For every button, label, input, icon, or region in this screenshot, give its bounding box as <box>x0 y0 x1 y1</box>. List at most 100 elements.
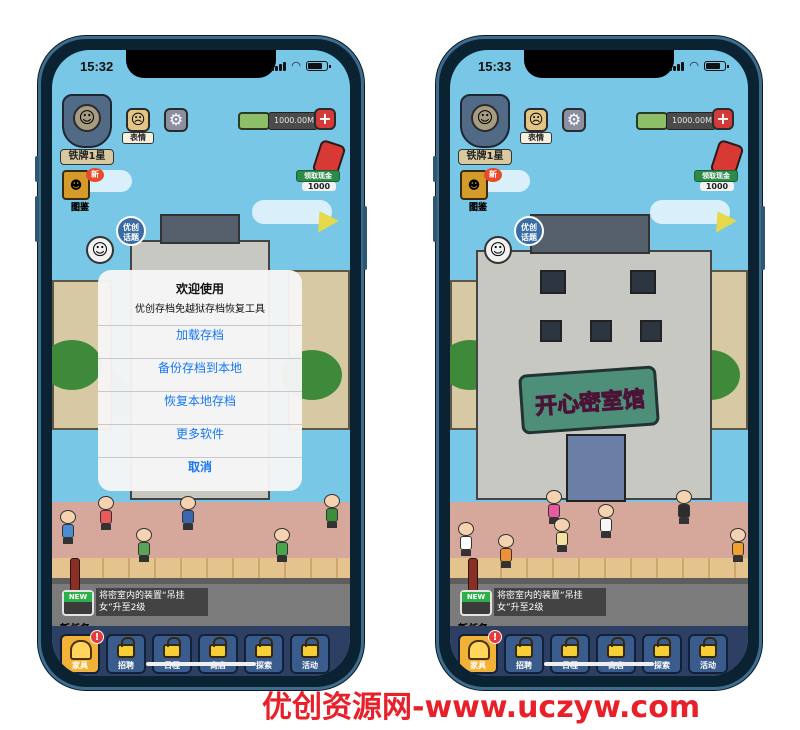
lock-icon <box>301 637 319 658</box>
boarded-window <box>630 270 656 294</box>
visitor-character[interactable] <box>498 534 514 568</box>
helmet-icon <box>70 640 92 660</box>
sidewalk <box>450 558 748 578</box>
ad-reward-value: 1000 <box>302 182 336 191</box>
tab-furniture[interactable]: ! 家具 <box>458 630 502 674</box>
visitor-character[interactable] <box>136 528 152 562</box>
lock-icon <box>653 637 671 658</box>
entrance-door[interactable] <box>566 434 626 502</box>
tab-locked[interactable]: 探索 <box>244 634 284 674</box>
money-icon <box>238 112 270 130</box>
lock-icon <box>515 637 533 658</box>
money-display: 1000.00M <box>666 112 716 130</box>
mute-switch <box>35 156 39 182</box>
status-bar: 15:33 ◠ <box>450 58 748 78</box>
lock-icon <box>163 637 181 658</box>
watermark: 优创资源网-www.uczyw.com <box>262 690 701 725</box>
cancel-button[interactable]: 取消 <box>98 458 302 491</box>
building-roof <box>160 214 240 244</box>
visitor-character[interactable] <box>730 528 746 562</box>
battery-icon <box>306 61 331 71</box>
plus-icon: + <box>318 109 332 128</box>
home-indicator[interactable] <box>146 662 256 666</box>
tab-locked[interactable]: 商店 <box>198 634 238 674</box>
more-software-button[interactable]: 更多软件 <box>98 425 302 458</box>
visitor-character[interactable] <box>554 518 570 552</box>
volume-up-button <box>35 196 39 242</box>
status-time: 15:32 <box>80 59 114 74</box>
emoji-label: 表情 <box>520 132 552 144</box>
status-time: 15:33 <box>478 59 512 74</box>
visitor-character[interactable] <box>324 494 340 528</box>
settings-button[interactable]: ⚙ <box>562 108 586 132</box>
tab-locked[interactable]: 招聘 <box>504 634 544 674</box>
wifi-icon: ◠ <box>291 59 301 72</box>
money-display: 1000.00M <box>268 112 318 130</box>
tab-locked[interactable]: 活动 <box>688 634 728 674</box>
add-money-button[interactable]: + <box>712 108 734 130</box>
avatar[interactable]: ☺ <box>471 104 499 132</box>
emoji-button[interactable]: ☹ <box>524 108 548 132</box>
new-task-icon[interactable]: NEW <box>460 590 492 616</box>
avatar[interactable]: ☺ <box>73 104 101 132</box>
visitor-character[interactable] <box>180 496 196 530</box>
tour-button[interactable]: 优创 话题 <box>116 216 146 246</box>
new-task-badge: NEW <box>64 592 92 602</box>
tab-locked[interactable]: 日程 <box>550 634 590 674</box>
tab-label: 家具 <box>72 661 88 670</box>
tab-locked[interactable]: 招聘 <box>106 634 146 674</box>
curb <box>52 578 350 584</box>
add-money-button[interactable]: + <box>314 108 336 130</box>
visitor-character[interactable] <box>598 504 614 538</box>
emoji-button[interactable]: ☹ <box>126 108 150 132</box>
task-description[interactable]: 将密室内的装置“吊挂女”升至2级 <box>494 588 606 616</box>
status-bar: 15:32 ◠ <box>52 58 350 78</box>
window <box>540 320 562 342</box>
ad-reward-label[interactable]: 领取现金 <box>296 170 340 182</box>
tour-button[interactable]: 优创 话题 <box>514 216 544 246</box>
tab-locked[interactable]: 活动 <box>290 634 330 674</box>
visitor-character[interactable] <box>98 496 114 530</box>
plus-icon: + <box>716 109 730 128</box>
settings-button[interactable]: ⚙ <box>164 108 188 132</box>
lock-icon <box>561 637 579 658</box>
window <box>640 320 662 342</box>
new-task-badge: NEW <box>462 592 490 602</box>
visitor-character[interactable] <box>274 528 290 562</box>
ad-reward-label[interactable]: 领取现金 <box>694 170 738 182</box>
welcome-dialog: 欢迎使用 优创存档免越狱存档恢复工具 加载存档 备份存档到本地 恢复本地存档 更… <box>98 270 302 491</box>
visitor-character[interactable] <box>458 522 474 556</box>
backup-save-button[interactable]: 备份存档到本地 <box>98 359 302 392</box>
visitor-character[interactable] <box>60 510 76 544</box>
load-save-button[interactable]: 加载存档 <box>98 326 302 359</box>
rank-label: 铁牌1星 <box>60 149 114 165</box>
money-icon <box>636 112 668 130</box>
tab-locked[interactable]: 日程 <box>152 634 192 674</box>
new-task-icon[interactable]: NEW <box>62 590 94 616</box>
lock-icon <box>607 637 625 658</box>
emoji-label: 表情 <box>122 132 154 144</box>
tab-label: 活动 <box>700 661 716 670</box>
home-indicator[interactable] <box>544 662 654 666</box>
clown-icon[interactable]: ☺ <box>484 236 512 264</box>
boarded-window <box>540 270 566 294</box>
power-button <box>363 206 367 270</box>
power-button <box>761 206 765 270</box>
visitor-character[interactable] <box>676 490 692 524</box>
left-phone: 15:32 ◠ ☺ 铁牌1星 ☹ 表情 ⚙ 1000.00M + 领取现金 10… <box>35 36 367 690</box>
tab-locked[interactable]: 商店 <box>596 634 636 674</box>
tab-furniture[interactable]: ! 家具 <box>60 630 104 674</box>
clown-icon[interactable]: ☺ <box>86 236 114 264</box>
face-icon: ☹ <box>130 112 146 128</box>
dialog-title: 欢迎使用 <box>175 282 224 296</box>
restore-save-button[interactable]: 恢复本地存档 <box>98 392 302 425</box>
face-icon: ☹ <box>528 112 544 128</box>
volume-up-button <box>433 196 437 242</box>
tab-locked[interactable]: 探索 <box>642 634 682 674</box>
new-badge: 新 <box>86 168 104 182</box>
curb <box>450 578 748 584</box>
postbox <box>70 558 80 592</box>
book-label: 图鉴 <box>468 203 487 213</box>
battery-icon <box>704 61 729 71</box>
task-description[interactable]: 将密室内的装置“吊挂女”升至2级 <box>96 588 208 616</box>
